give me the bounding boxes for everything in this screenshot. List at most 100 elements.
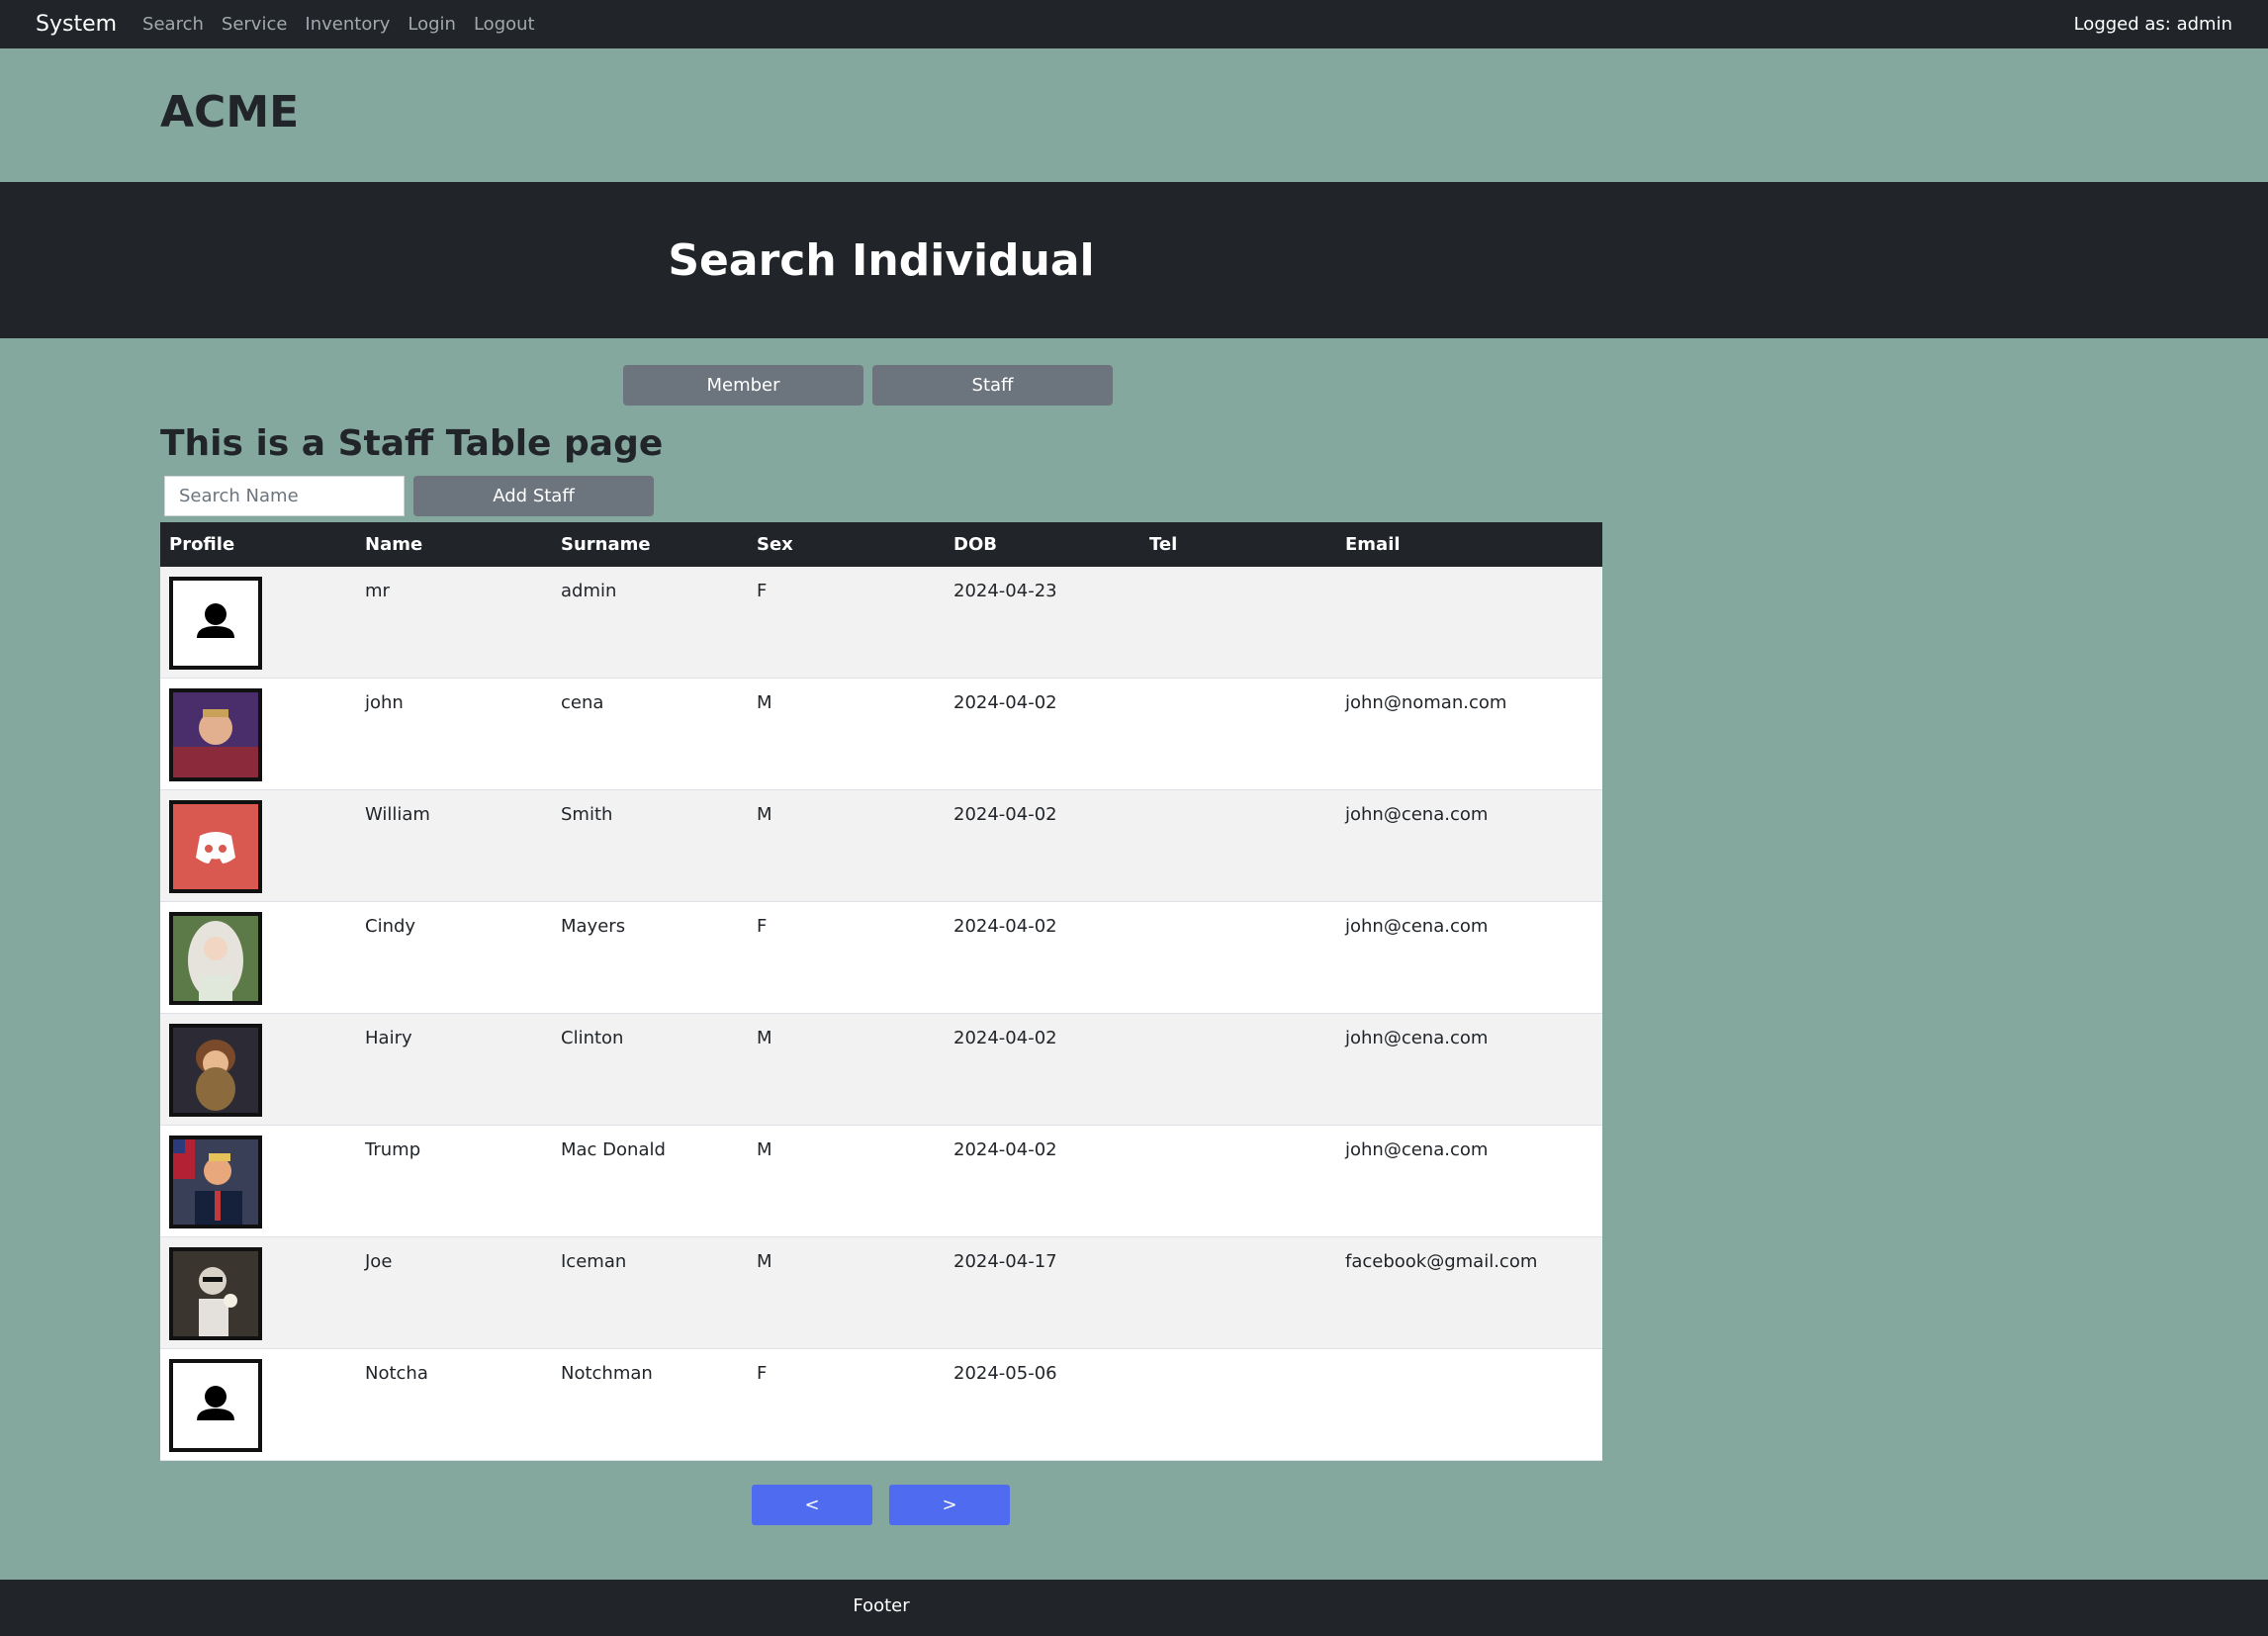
add-staff-button[interactable]: Add Staff	[413, 476, 654, 516]
company-title: ACME	[160, 87, 300, 137]
cell-name: Hairy	[365, 1028, 412, 1048]
cell-surname: Smith	[561, 804, 613, 825]
header-name: Name	[365, 534, 423, 555]
page-title: Search Individual	[668, 234, 1095, 286]
cell-dob: 2024-04-23	[953, 581, 1057, 601]
header-surname: Surname	[561, 534, 651, 555]
cell-surname: Mayers	[561, 916, 626, 937]
cell-dob: 2024-04-02	[953, 1028, 1057, 1048]
cell-sex: M	[757, 804, 772, 825]
footer: Footer	[0, 1580, 2268, 1636]
cell-sex: F	[757, 581, 768, 601]
cell-tel	[1140, 1349, 1336, 1460]
table-row: john cena M 2024-04-02 john@noman.com	[160, 679, 1602, 790]
avatar[interactable]	[169, 1024, 262, 1117]
member-toggle-button[interactable]: Member	[623, 365, 863, 406]
cell-email	[1336, 1349, 1602, 1460]
cell-sex: F	[757, 916, 768, 937]
nav-link-service[interactable]: Service	[222, 14, 288, 35]
cell-tel	[1140, 1014, 1336, 1125]
nav-link-logout[interactable]: Logout	[474, 14, 535, 35]
prev-page-button[interactable]: <	[752, 1485, 872, 1525]
cell-tel	[1140, 1126, 1336, 1236]
cell-tel	[1140, 1237, 1336, 1348]
cell-surname: Iceman	[561, 1251, 627, 1272]
nav-link-inventory[interactable]: Inventory	[305, 14, 390, 35]
table-row: mr admin F 2024-04-23	[160, 567, 1602, 679]
cell-dob: 2024-04-17	[953, 1251, 1057, 1272]
cell-tel	[1140, 902, 1336, 1013]
avatar[interactable]	[169, 1136, 262, 1228]
cell-tel	[1140, 679, 1336, 789]
cell-dob: 2024-05-06	[953, 1363, 1057, 1384]
table-row: William Smith M 2024-04-02 john@cena.com	[160, 790, 1602, 902]
cell-email: john@cena.com	[1345, 1028, 1489, 1048]
cell-name: Joe	[365, 1251, 393, 1272]
cell-sex: M	[757, 692, 772, 713]
hero-banner: Search Individual	[0, 182, 2268, 338]
cell-email: john@cena.com	[1345, 1139, 1489, 1160]
profile-cell	[160, 567, 356, 678]
discord-icon[interactable]	[169, 800, 262, 893]
header-dob: DOB	[953, 534, 997, 555]
staff-table: Profile Name Surname Sex DOB Tel Email m…	[160, 522, 1602, 1461]
logged-user-label: Logged as: admin	[2073, 14, 2232, 35]
profile-cell	[160, 1237, 356, 1348]
profile-cell	[160, 1014, 356, 1125]
cell-sex: M	[757, 1251, 772, 1272]
cell-sex: M	[757, 1139, 772, 1160]
cell-email	[1336, 567, 1602, 678]
header-sex: Sex	[757, 534, 793, 555]
table-row: Notcha Notchman F 2024-05-06	[160, 1349, 1602, 1461]
section-title: This is a Staff Table page	[160, 423, 664, 464]
cell-name: Trump	[365, 1139, 421, 1160]
cell-surname: Clinton	[561, 1028, 624, 1048]
cell-email: john@cena.com	[1345, 804, 1489, 825]
table-body: mr admin F 2024-04-23 john cena M 2024-04-02 joh…	[160, 567, 1602, 1461]
cell-name: Cindy	[365, 916, 416, 937]
cell-name: Notcha	[365, 1363, 428, 1384]
cell-name: john	[365, 692, 404, 713]
header-tel: Tel	[1149, 534, 1178, 555]
cell-tel	[1140, 790, 1336, 901]
footer-text: Footer	[853, 1595, 910, 1616]
header-email: Email	[1345, 534, 1401, 555]
next-page-button[interactable]: >	[889, 1485, 1010, 1525]
cell-surname: Notchman	[561, 1363, 653, 1384]
top-navbar: System Search Service Inventory Login Lo…	[0, 0, 2268, 48]
cell-name: mr	[365, 581, 390, 601]
cell-sex: F	[757, 1363, 768, 1384]
person-placeholder-icon[interactable]	[169, 1359, 262, 1452]
cell-dob: 2024-04-02	[953, 692, 1057, 713]
search-name-input[interactable]	[164, 476, 405, 516]
cell-dob: 2024-04-02	[953, 804, 1057, 825]
staff-toggle-button[interactable]: Staff	[872, 365, 1113, 406]
cell-surname: admin	[561, 581, 617, 601]
table-row: Cindy Mayers F 2024-04-02 john@cena.com	[160, 902, 1602, 1014]
cell-email: john@noman.com	[1345, 692, 1507, 713]
cell-surname: cena	[561, 692, 604, 713]
nav-link-login[interactable]: Login	[408, 14, 456, 35]
nav-link-search[interactable]: Search	[142, 14, 204, 35]
cell-dob: 2024-04-02	[953, 1139, 1057, 1160]
cell-email: facebook@gmail.com	[1345, 1251, 1538, 1272]
cell-tel	[1140, 567, 1336, 678]
profile-cell	[160, 902, 356, 1013]
avatar[interactable]	[169, 912, 262, 1005]
cell-dob: 2024-04-02	[953, 916, 1057, 937]
header-profile: Profile	[169, 534, 235, 555]
profile-cell	[160, 1349, 356, 1460]
avatar[interactable]	[169, 688, 262, 781]
profile-cell	[160, 790, 356, 901]
brand-link[interactable]: System	[36, 12, 117, 37]
profile-cell	[160, 679, 356, 789]
profile-cell	[160, 1126, 356, 1236]
person-placeholder-icon[interactable]	[169, 577, 262, 670]
cell-surname: Mac Donald	[561, 1139, 666, 1160]
table-header: Profile Name Surname Sex DOB Tel Email	[160, 522, 1602, 567]
table-row: Hairy Clinton M 2024-04-02 john@cena.com	[160, 1014, 1602, 1126]
cell-email: john@cena.com	[1345, 916, 1489, 937]
avatar[interactable]	[169, 1247, 262, 1340]
table-row: Joe Iceman M 2024-04-17 facebook@gmail.com	[160, 1237, 1602, 1349]
cell-name: William	[365, 804, 430, 825]
